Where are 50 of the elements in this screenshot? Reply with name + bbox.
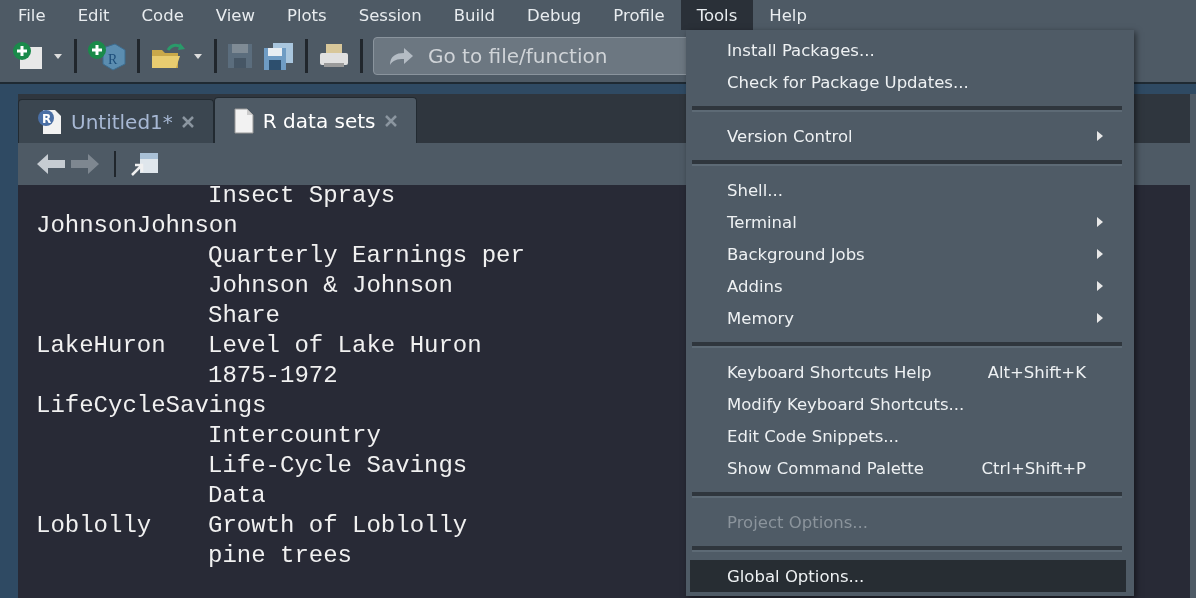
menu-item[interactable]: Session [342, 0, 438, 30]
menu-item[interactable]: Help [753, 0, 823, 30]
arrow-icon [388, 45, 414, 67]
caret-icon[interactable] [52, 52, 64, 60]
dataset-description: Intercountry [208, 422, 381, 449]
menu-item[interactable]: View [199, 0, 271, 30]
dataset-name: LifeCycleSavings [36, 392, 267, 419]
menu-item[interactable]: Edit [61, 0, 126, 30]
dataset-description: Share [208, 302, 280, 329]
editor-tab[interactable]: R data sets [213, 97, 417, 143]
menu-item[interactable]: Edit Code Snippets... [690, 420, 1126, 452]
close-icon[interactable] [180, 114, 195, 129]
document-icon [232, 106, 255, 135]
menu-item[interactable]: Memory [690, 302, 1126, 334]
menu-item[interactable]: File [2, 0, 62, 30]
save-all-icon[interactable] [263, 42, 295, 70]
menu-item[interactable]: Profile [597, 0, 681, 30]
menu-item[interactable]: Shell... [690, 174, 1126, 206]
dataset-description: pine trees [208, 542, 353, 569]
menu-item[interactable]: Modify Keyboard Shortcuts... [690, 388, 1126, 420]
dataset-name: JohnsonJohnson [36, 212, 238, 239]
close-icon[interactable] [383, 113, 398, 128]
menu-item[interactable]: Background Jobs [690, 238, 1126, 270]
menu-item[interactable]: Keyboard Shortcuts Help Alt+Shift+K [690, 356, 1126, 388]
menu-item[interactable]: Show Command Palette Ctrl+Shift+P [690, 452, 1126, 484]
editor-tab[interactable]: R Untitled1* [18, 99, 214, 143]
back-arrow-icon[interactable] [36, 152, 66, 176]
menu-item[interactable]: Terminal [690, 206, 1126, 238]
menu-item[interactable]: Code [125, 0, 200, 30]
dataset-description: Quarterly Earnings per [208, 242, 525, 269]
dataset-description: Insect Sprays [208, 185, 396, 209]
menu-item[interactable]: Build [437, 0, 512, 30]
dataset-description: Life-Cycle Savings [208, 452, 468, 479]
open-folder-icon[interactable] [150, 42, 186, 70]
dataset-description: Level of Lake Huron [208, 332, 482, 359]
menu-item[interactable]: Tools [680, 0, 754, 30]
popout-icon[interactable] [130, 151, 160, 177]
dataset-name: LakeHuron [36, 332, 166, 359]
dataset-description: Growth of Loblolly [208, 512, 468, 539]
menu-item[interactable]: Plots [271, 0, 343, 30]
print-icon[interactable] [318, 42, 350, 70]
dataset-description: Data [208, 482, 266, 509]
dataset-description: 1875-1972 [208, 362, 338, 389]
caret-icon[interactable] [192, 52, 204, 60]
menu-item[interactable]: Global Options... [690, 560, 1126, 592]
menu-item[interactable]: Addins [690, 270, 1126, 302]
dataset-name: Loblolly [36, 512, 152, 539]
menu-item[interactable]: Debug [511, 0, 598, 30]
menu-item[interactable]: Version Control [690, 120, 1126, 152]
dataset-description: Johnson & Johnson [208, 272, 453, 299]
